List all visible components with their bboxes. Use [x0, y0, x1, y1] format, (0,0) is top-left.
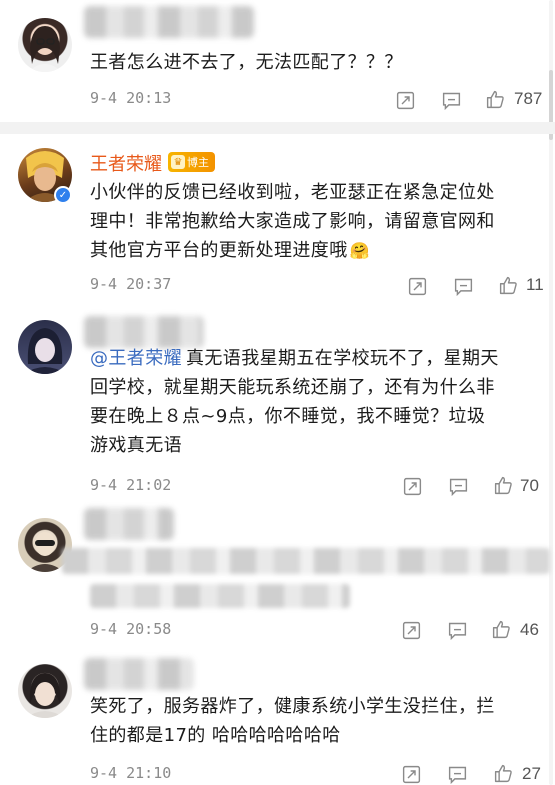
thumbs-up-icon — [494, 764, 512, 782]
comment-text-line: 要在晚上８点~9点，你不睡觉，我不睡觉？垃圾 — [90, 406, 486, 427]
mention-link[interactable]: @王者荣耀 — [90, 348, 182, 369]
comment-time: 9-4 20:13 — [90, 89, 172, 107]
comment-button[interactable] — [438, 87, 464, 113]
verified-icon: ✓ — [54, 186, 72, 204]
like-button[interactable] — [490, 472, 516, 498]
comment-icon — [449, 478, 467, 496]
comment-text-redacted — [90, 584, 350, 608]
comment-icon — [442, 92, 460, 110]
comment-text-segment: 其他官方平台的更新处理进度哦 — [90, 240, 348, 261]
avatar[interactable] — [18, 320, 72, 374]
share-icon — [396, 91, 414, 109]
username-redacted — [84, 508, 174, 540]
username-redacted — [84, 658, 194, 690]
username[interactable]: 王者荣耀 — [90, 150, 162, 176]
share-button[interactable] — [398, 617, 424, 643]
comment-icon — [448, 622, 466, 640]
avatar-anime-image — [24, 328, 66, 374]
comment-text-line: @王者荣耀 真无语我星期五在学校玩不了，星期天 — [90, 344, 545, 373]
avatar[interactable] — [18, 18, 72, 72]
comment-button[interactable] — [444, 617, 470, 643]
comment-item: 9-4 20:58 46 — [0, 502, 555, 650]
thumbs-up-icon — [486, 90, 504, 108]
comment-text-segment: 真无语我星期五在学校玩不了，星期天 — [186, 348, 499, 369]
share-icon — [403, 477, 421, 495]
section-divider — [0, 122, 555, 134]
comment-text-line: 游戏真无语 — [90, 435, 182, 456]
comment-button[interactable] — [444, 761, 470, 785]
comment-button[interactable] — [450, 273, 476, 299]
comment-icon — [454, 278, 472, 296]
comment-text: 笑死了，服务器炸了，健康系统小学生没拦住，拦 住的都是17的 哈哈哈哈哈哈哈 — [90, 692, 545, 750]
like-count: 70 — [520, 476, 539, 495]
share-icon — [402, 621, 420, 639]
comment-text-line: 回学校，就星期天能玩系统还崩了，还有为什么非 — [90, 377, 495, 398]
comment-item: 王者怎么进不去了，无法匹配了？？？ 9-4 20:13 787 — [0, 0, 555, 122]
comment-text-line: 笑死了，服务器炸了，健康系统小学生没拦住，拦 — [90, 696, 495, 717]
comment-text-line: 住的都是17的 哈哈哈哈哈哈哈 — [90, 725, 341, 746]
comment-text-line: 小伙伴的反馈已经收到啦，老亚瑟正在紧急定位处 — [90, 182, 495, 203]
comment-text: 王者怎么进不去了，无法匹配了？？？ — [90, 52, 403, 73]
blogger-badge: ♛ 博主 — [168, 152, 215, 172]
like-count: 787 — [514, 89, 543, 108]
badge-label: 博主 — [187, 156, 209, 169]
comment-item: @王者荣耀 真无语我星期五在学校玩不了，星期天 回学校，就星期天能玩系统还崩了，还… — [0, 306, 555, 502]
like-button[interactable] — [495, 272, 521, 298]
share-icon — [408, 277, 426, 295]
share-button[interactable] — [404, 273, 430, 299]
username-redacted — [84, 6, 254, 38]
avatar-girl-image — [28, 26, 62, 72]
comment-text-line: 其他官方平台的更新处理进度哦 🤗 — [90, 236, 545, 265]
thumbs-up-icon — [499, 276, 517, 294]
like-count: 11 — [526, 275, 544, 294]
comment-button[interactable] — [445, 473, 471, 499]
avatar[interactable] — [18, 664, 72, 718]
comment-item: 笑死了，服务器炸了，健康系统小学生没拦住，拦 住的都是17的 哈哈哈哈哈哈哈 9… — [0, 650, 555, 785]
thumbs-up-icon — [494, 476, 512, 494]
crown-icon: ♛ — [171, 155, 185, 169]
thumbs-up-icon — [492, 620, 510, 638]
comment-item: ✓ 王者荣耀 ♛ 博主 小伙伴的反馈已经收到啦，老亚瑟正在紧急定位处 理中！非常… — [0, 134, 555, 306]
comment-icon — [448, 766, 466, 784]
share-icon — [402, 765, 420, 783]
like-button[interactable] — [482, 86, 508, 112]
share-button[interactable] — [399, 473, 425, 499]
share-button[interactable] — [392, 87, 418, 113]
avatar-woman-image — [26, 673, 64, 718]
share-button[interactable] — [398, 761, 424, 785]
comment-time: 9-4 20:37 — [90, 275, 172, 293]
like-button[interactable] — [490, 760, 516, 785]
like-count: 46 — [520, 620, 539, 639]
comment-time: 9-4 20:58 — [90, 620, 172, 638]
comment-text: 小伙伴的反馈已经收到啦，老亚瑟正在紧急定位处 理中！非常抱歉给大家造成了影响，请… — [90, 178, 545, 265]
comment-time: 9-4 21:10 — [90, 764, 172, 782]
comment-time: 9-4 21:02 — [90, 476, 172, 494]
like-count: 27 — [522, 764, 541, 783]
comment-text-redacted — [62, 548, 550, 574]
hug-emoji: 🤗 — [349, 241, 370, 260]
comment-text-line: 理中！非常抱歉给大家造成了影响，请留意官网和 — [90, 211, 495, 232]
comment-text: @王者荣耀 真无语我星期五在学校玩不了，星期天 回学校，就星期天能玩系统还崩了，还… — [90, 344, 545, 460]
like-button[interactable] — [488, 616, 514, 642]
